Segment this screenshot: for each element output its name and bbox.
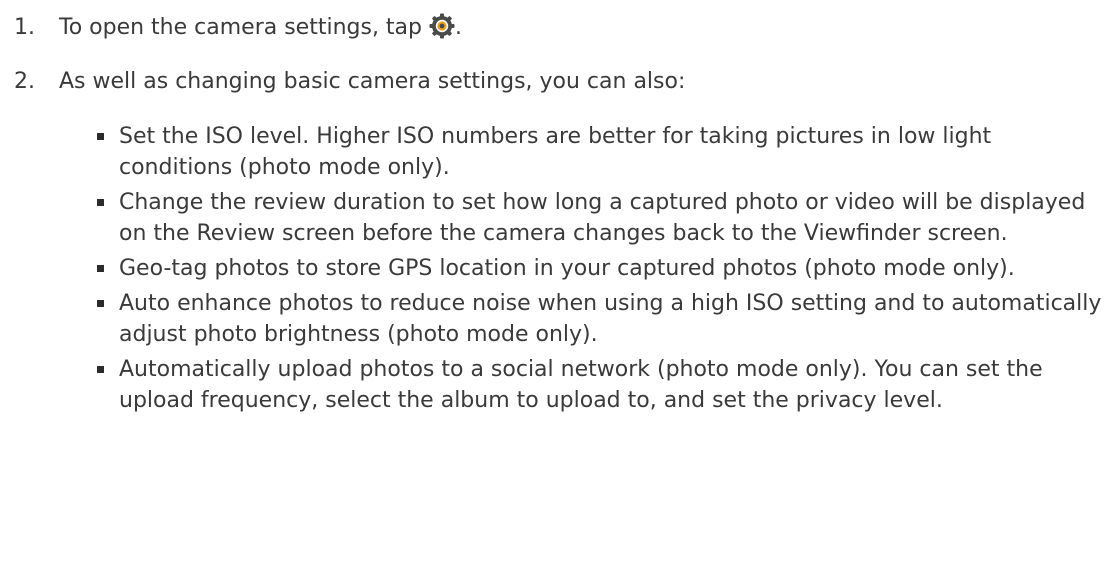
step-text: To open the camera settings, tap xyxy=(59,15,429,40)
list-item: Automatically upload photos to a social … xyxy=(97,354,1104,416)
camera-settings-gear-icon xyxy=(429,13,455,39)
settings-options-list: Set the ISO level. Higher ISO numbers ar… xyxy=(97,121,1104,420)
list-item: Change the review duration to set how lo… xyxy=(97,187,1104,249)
step-text: As well as changing basic camera setting… xyxy=(59,69,686,94)
step-1: 1. To open the camera settings, tap . xyxy=(14,12,462,43)
step-2: 2. As well as changing basic camera setti… xyxy=(14,66,685,97)
step-number: 2. xyxy=(14,69,35,94)
list-item: Set the ISO level. Higher ISO numbers ar… xyxy=(97,121,1104,183)
square-bullet-icon xyxy=(97,265,104,272)
square-bullet-icon xyxy=(97,300,104,307)
square-bullet-icon xyxy=(97,366,104,373)
step-text-end: . xyxy=(455,15,462,40)
instructions-page: 1. To open the camera settings, tap . 2.… xyxy=(0,0,1114,575)
square-bullet-icon xyxy=(97,133,104,140)
list-item: Geo-tag photos to store GPS location in … xyxy=(97,253,1104,284)
list-item: Auto enhance photos to reduce noise when… xyxy=(97,288,1104,350)
step-number: 1. xyxy=(14,15,35,40)
square-bullet-icon xyxy=(97,199,104,206)
